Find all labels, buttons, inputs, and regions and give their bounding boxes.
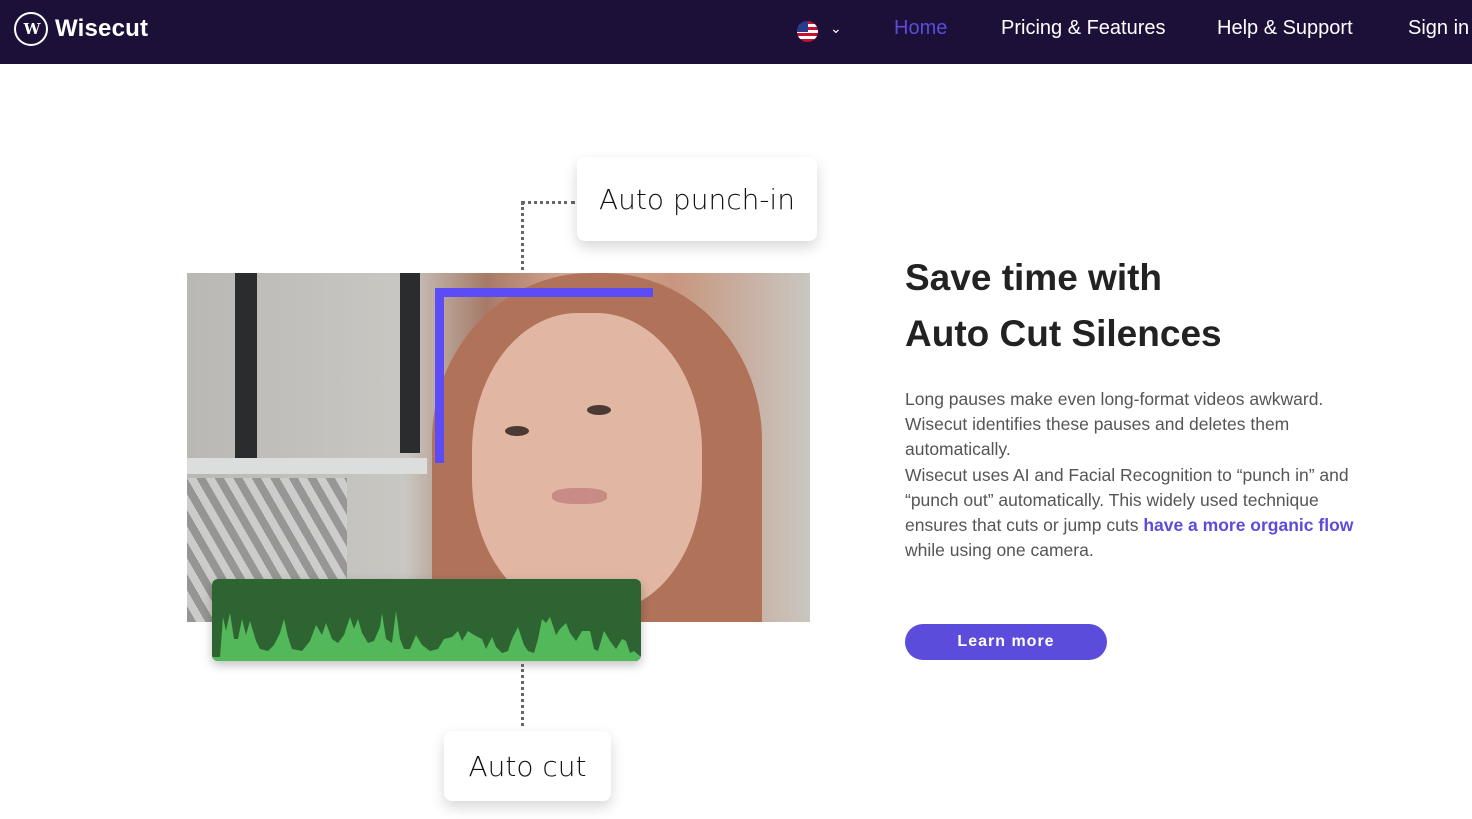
face-detect-frame bbox=[435, 288, 444, 463]
nav-signin-link[interactable]: Sign in bbox=[1408, 17, 1469, 40]
section-description: Long pauses make even long-format videos… bbox=[905, 387, 1385, 563]
nav-pricing-link[interactable]: Pricing & Features bbox=[1001, 17, 1166, 40]
face-detect-frame bbox=[435, 288, 653, 297]
connector-dots bbox=[521, 202, 524, 270]
brand-logo[interactable]: W Wisecut bbox=[14, 12, 148, 46]
description-paragraph-2: Wisecut uses AI and Facial Recognition t… bbox=[905, 463, 1385, 564]
chevron-down-icon[interactable]: ⌄ bbox=[830, 20, 842, 37]
us-flag-icon[interactable] bbox=[797, 21, 818, 42]
auto-punch-in-callout: Auto punch-in bbox=[577, 157, 817, 241]
nav-home-link[interactable]: Home bbox=[894, 17, 947, 40]
title-line-1: Save time with bbox=[905, 257, 1163, 298]
section-title: Save time with Auto Cut Silences bbox=[905, 250, 1222, 362]
title-line-2: Auto Cut Silences bbox=[905, 313, 1222, 354]
description-paragraph-1: Long pauses make even long-format videos… bbox=[905, 389, 1324, 460]
highlight-text: have a more organic flow bbox=[1143, 515, 1354, 536]
video-frame-image bbox=[187, 273, 810, 622]
wisecut-logo-icon: W bbox=[14, 12, 48, 46]
connector-dots bbox=[521, 201, 575, 204]
learn-more-button[interactable]: Learn more bbox=[905, 624, 1107, 660]
auto-cut-callout: Auto cut bbox=[444, 731, 611, 801]
audio-waveform bbox=[212, 579, 641, 661]
nav-help-link[interactable]: Help & Support bbox=[1217, 17, 1353, 40]
brand-name: Wisecut bbox=[55, 15, 149, 42]
paragraph-text: while using one camera. bbox=[905, 540, 1094, 561]
connector-dots bbox=[521, 664, 524, 726]
top-navbar: W Wisecut ⌄ Home Pricing & Features Help… bbox=[0, 0, 1472, 64]
